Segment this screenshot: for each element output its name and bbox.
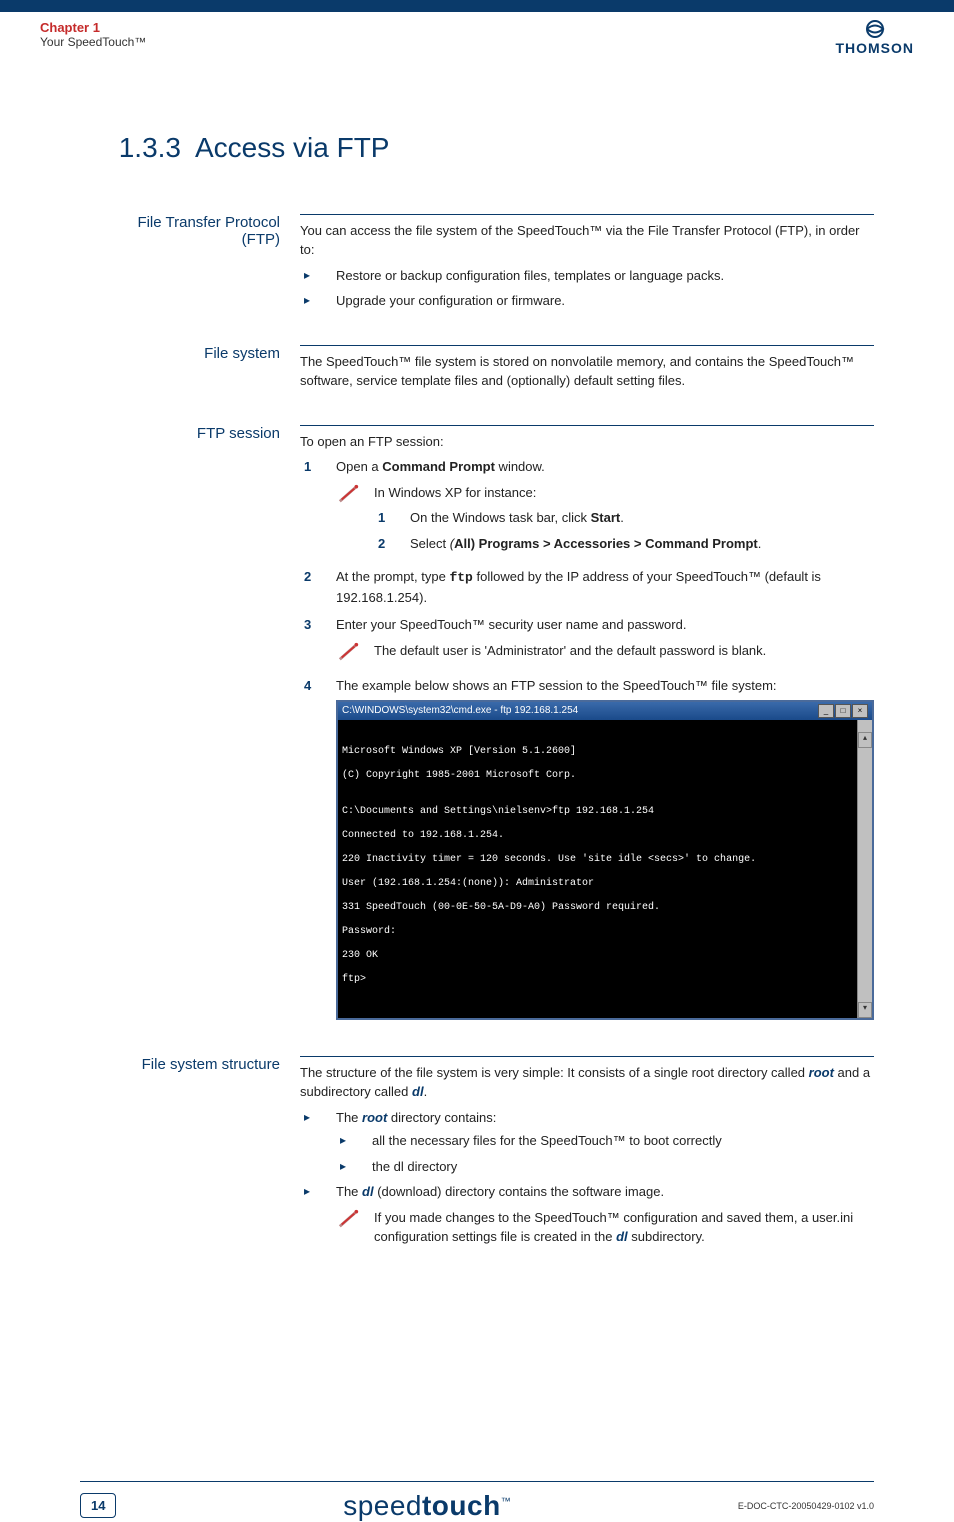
label-ftp: File Transfer Protocol (FTP) <box>100 214 300 317</box>
chapter-title: Chapter 1 <box>40 20 146 35</box>
xp-substeps: On the Windows task bar, click Start. Se… <box>374 508 874 553</box>
row-ftp-session: FTP session To open an FTP session: Open… <box>100 425 874 1028</box>
doc-reference: E-DOC-CTC-20050429-0102 v1.0 <box>738 1501 874 1511</box>
note-default-user-body: The default user is 'Administrator' and … <box>374 641 874 669</box>
row-ftp-intro: File Transfer Protocol (FTP) You can acc… <box>100 214 874 317</box>
note-xp-body: In Windows XP for instance: On the Windo… <box>374 483 874 560</box>
step-3: Enter your SpeedTouch™ security user nam… <box>300 615 874 668</box>
note-icon <box>336 641 374 669</box>
page-number: 14 <box>80 1493 116 1518</box>
row-fs-structure: File system structure The structure of t… <box>100 1056 874 1253</box>
terminal-line: C:\Documents and Settings\nielsenv>ftp 1… <box>342 806 868 818</box>
scroll-up-icon[interactable]: ▴ <box>858 732 872 748</box>
top-bar <box>0 0 954 12</box>
terminal-line: (C) Copyright 1985-2001 Microsoft Corp. <box>342 770 868 782</box>
terminal-line: Microsoft Windows XP [Version 5.1.2600] <box>342 746 868 758</box>
list-item: The root directory contains: all the nec… <box>300 1108 874 1177</box>
page-header: Chapter 1 Your SpeedTouch™ THOMSON <box>0 12 954 73</box>
terminal-line: User (192.168.1.254:(none)): Administrat… <box>342 878 868 890</box>
terminal-body: ▴ ▾ Microsoft Windows XP [Version 5.1.26… <box>338 720 872 1018</box>
label-ftp-session: FTP session <box>100 425 300 1028</box>
terminal-window: C:\WINDOWS\system32\cmd.exe - ftp 192.16… <box>336 700 874 1020</box>
list-item: all the necessary files for the SpeedTou… <box>336 1131 874 1151</box>
body-file-system: The SpeedTouch™ file system is stored on… <box>300 345 874 397</box>
terminal-line: 230 OK <box>342 950 868 962</box>
minimize-icon[interactable]: _ <box>818 704 834 718</box>
body-ftp: You can access the file system of the Sp… <box>300 214 874 317</box>
section-title-text: Access via FTP <box>195 132 389 163</box>
list-item: Restore or backup configuration files, t… <box>300 266 874 286</box>
body-ftp-session: To open an FTP session: Open a Command P… <box>300 425 874 1028</box>
close-icon[interactable]: × <box>852 704 868 718</box>
section-heading: 1.3.3Access via FTP <box>100 132 874 164</box>
note-userini-body: If you made changes to the SpeedTouch™ c… <box>374 1208 874 1247</box>
list-item: Upgrade your configuration or firmware. <box>300 291 874 311</box>
footer-logo: speedtouch™ <box>343 1490 511 1522</box>
header-left: Chapter 1 Your SpeedTouch™ <box>40 20 146 55</box>
step-2: At the prompt, type ftp followed by the … <box>300 567 874 607</box>
list-item: The dl (download) directory contains the… <box>300 1182 874 1247</box>
fs-intro: The structure of the file system is very… <box>300 1063 874 1102</box>
note-icon <box>336 1208 374 1247</box>
substep-1: On the Windows task bar, click Start. <box>374 508 874 528</box>
section-number: 1.3.3 <box>96 132 181 164</box>
brand-logo: THOMSON <box>835 20 914 55</box>
window-controls: _□× <box>817 704 868 718</box>
terminal-line: Password: <box>342 926 868 938</box>
ftp-intro-list: Restore or backup configuration files, t… <box>300 266 874 311</box>
list-item: the dl directory <box>336 1157 874 1177</box>
row-file-system: File system The SpeedTouch™ file system … <box>100 345 874 397</box>
step-1: Open a Command Prompt window. In Windows… <box>300 457 874 559</box>
file-system-text: The SpeedTouch™ file system is stored on… <box>300 352 874 391</box>
fs-list: The root directory contains: all the nec… <box>300 1108 874 1247</box>
note-xp: In Windows XP for instance: On the Windo… <box>336 483 874 560</box>
terminal-scrollbar[interactable]: ▴ ▾ <box>857 720 872 1018</box>
note-userini: If you made changes to the SpeedTouch™ c… <box>336 1208 874 1247</box>
body-fs-structure: The structure of the file system is very… <box>300 1056 874 1253</box>
thomson-globe-icon <box>835 20 914 41</box>
substep-2: Select (All) Programs > Accessories > Co… <box>374 534 874 554</box>
step-4: The example below shows an FTP session t… <box>300 676 874 1020</box>
note-icon <box>336 483 374 560</box>
label-file-system: File system <box>100 345 300 397</box>
ftp-session-intro: To open an FTP session: <box>300 432 874 452</box>
brand-text: THOMSON <box>835 41 914 55</box>
fs-sublist: all the necessary files for the SpeedTou… <box>336 1131 874 1176</box>
scroll-down-icon[interactable]: ▾ <box>858 1002 872 1018</box>
page-footer: 14 speedtouch™ E-DOC-CTC-20050429-0102 v… <box>80 1481 874 1522</box>
label-fs-structure: File system structure <box>100 1056 300 1253</box>
chapter-subtitle: Your SpeedTouch™ <box>40 35 146 49</box>
ftp-intro-text: You can access the file system of the Sp… <box>300 221 874 260</box>
maximize-icon[interactable]: □ <box>835 704 851 718</box>
terminal-title-text: C:\WINDOWS\system32\cmd.exe - ftp 192.16… <box>342 705 578 717</box>
terminal-line: 331 SpeedTouch (00-0E-50-5A-D9-A0) Passw… <box>342 902 868 914</box>
note-default-user: The default user is 'Administrator' and … <box>336 641 874 669</box>
page-content: 1.3.3Access via FTP File Transfer Protoc… <box>0 73 954 1301</box>
terminal-line: 220 Inactivity timer = 120 seconds. Use … <box>342 854 868 866</box>
ftp-session-steps: Open a Command Prompt window. In Windows… <box>300 457 874 1020</box>
terminal-line: ftp> <box>342 974 868 986</box>
terminal-titlebar: C:\WINDOWS\system32\cmd.exe - ftp 192.16… <box>338 702 872 720</box>
terminal-line: Connected to 192.168.1.254. <box>342 830 868 842</box>
